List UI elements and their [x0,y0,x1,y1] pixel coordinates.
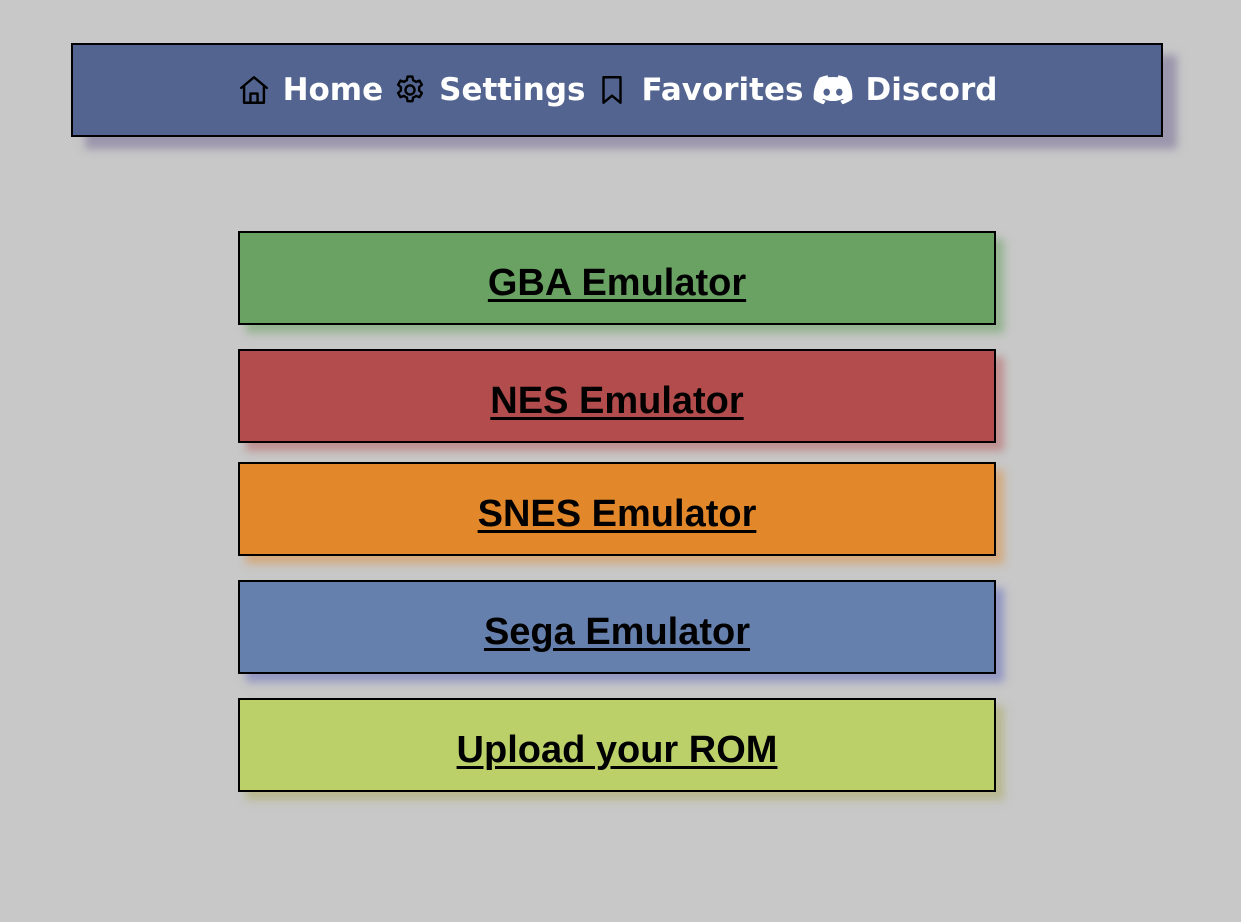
bookmark-icon [595,73,629,107]
snes-emulator-button[interactable]: SNES Emulator [238,462,996,556]
upload-rom-label: Upload your ROM [456,728,778,771]
discord-icon [813,74,853,106]
nav-favorites-link[interactable]: Favorites [595,73,803,107]
sega-emulator-label: Sega Emulator [483,610,751,653]
gear-icon [393,73,427,107]
nav-favorites-label: Favorites [641,71,804,108]
nav-home-link[interactable]: Home [237,71,384,108]
home-icon [237,73,271,107]
gba-emulator-label: GBA Emulator [487,261,747,304]
top-navbar: Home Settings Favorites Discord [71,43,1163,137]
nav-settings-link[interactable]: Settings [393,73,585,107]
nav-discord-link[interactable]: Discord [813,74,997,106]
nes-emulator-label: NES Emulator [490,379,744,422]
nav-home-label: Home [282,71,384,108]
upload-rom-button[interactable]: Upload your ROM [238,698,996,792]
sega-emulator-button[interactable]: Sega Emulator [238,580,996,674]
nav-settings-label: Settings [439,71,586,108]
snes-emulator-label: SNES Emulator [477,492,757,535]
nes-emulator-button[interactable]: NES Emulator [238,349,996,443]
nav-discord-label: Discord [865,71,998,108]
gba-emulator-button[interactable]: GBA Emulator [238,231,996,325]
